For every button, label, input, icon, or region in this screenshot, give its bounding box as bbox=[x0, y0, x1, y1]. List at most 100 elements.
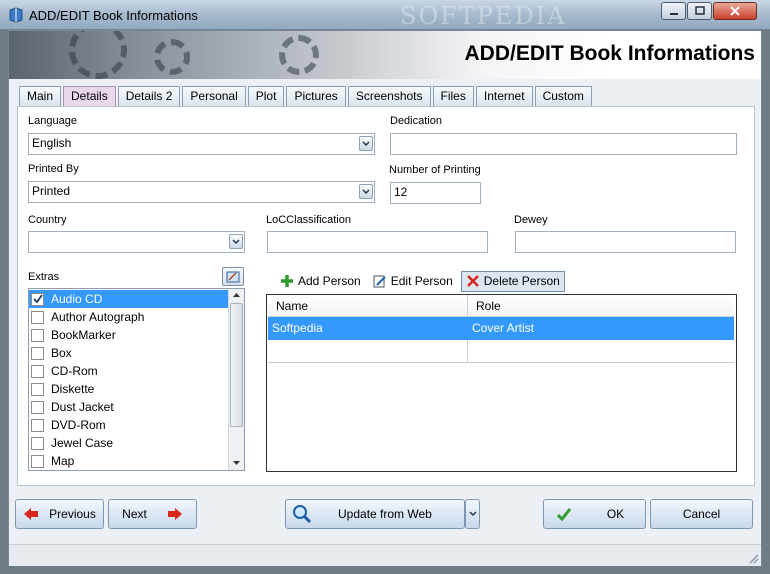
update-from-web-label: Update from Web bbox=[338, 507, 432, 521]
loc-classification-label: LoCClassification bbox=[266, 214, 351, 226]
search-icon bbox=[293, 505, 312, 524]
list-item[interactable]: Jewel Case bbox=[29, 434, 229, 452]
watermark: SOFTPEDIA bbox=[400, 2, 567, 30]
number-of-printing-input[interactable]: 12 bbox=[390, 182, 481, 204]
checkbox[interactable] bbox=[31, 364, 44, 378]
update-from-web-button[interactable]: Update from Web bbox=[285, 499, 465, 529]
scroll-up-icon[interactable] bbox=[232, 292, 241, 298]
delete-person-button[interactable]: Delete Person bbox=[460, 270, 565, 292]
tab-details[interactable]: Details bbox=[63, 86, 116, 107]
tab-pictures[interactable]: Pictures bbox=[286, 86, 346, 106]
checkmark-icon bbox=[32, 294, 43, 304]
maximize-button[interactable] bbox=[687, 2, 712, 20]
extras-checklist[interactable]: Audio CD Author Autograph BookMarker Box… bbox=[28, 288, 245, 471]
column-header-role[interactable]: Role bbox=[468, 295, 734, 317]
extras-scrollbar[interactable] bbox=[228, 289, 244, 470]
next-label: Next bbox=[122, 507, 147, 521]
tab-custom[interactable]: Custom bbox=[534, 86, 592, 106]
list-item-label: Audio CD bbox=[51, 292, 103, 306]
chevron-down-icon bbox=[232, 238, 240, 244]
cancel-button[interactable]: Cancel bbox=[650, 499, 753, 529]
tab-strip: Main Details Details 2 Personal Plot Pic… bbox=[19, 86, 594, 107]
scrollbar-thumb[interactable] bbox=[230, 303, 243, 427]
edit-list-icon bbox=[226, 271, 240, 282]
list-item[interactable]: Author Autograph bbox=[29, 308, 229, 326]
arrow-left-icon bbox=[24, 508, 39, 520]
close-button[interactable] bbox=[713, 2, 757, 20]
list-item[interactable]: DVD-Rom bbox=[29, 416, 229, 434]
add-person-label: Add Person bbox=[298, 274, 361, 288]
checkbox[interactable] bbox=[31, 454, 44, 468]
list-item-label: Author Autograph bbox=[51, 310, 145, 324]
resize-grip-icon[interactable] bbox=[749, 554, 759, 564]
next-button[interactable]: Next bbox=[108, 499, 197, 529]
add-person-button[interactable]: Add Person bbox=[276, 271, 365, 292]
header-banner: ADD/EDIT Book Informations bbox=[9, 31, 761, 79]
number-of-printing-value: 12 bbox=[394, 185, 408, 199]
update-from-web-dropdown-button[interactable] bbox=[465, 499, 480, 529]
window-title: ADD/EDIT Book Informations bbox=[29, 8, 198, 23]
list-item[interactable]: Box bbox=[29, 344, 229, 362]
checkbox[interactable] bbox=[31, 310, 44, 324]
checkmark-icon bbox=[556, 508, 571, 521]
bottom-button-bar: Previous Next Update from Web OK Cancel bbox=[9, 487, 761, 537]
chevron-down-icon bbox=[468, 511, 477, 517]
list-item[interactable]: Dust Jacket bbox=[29, 398, 229, 416]
list-item[interactable]: Map bbox=[29, 452, 229, 470]
column-header-name[interactable]: Name bbox=[268, 295, 468, 317]
list-item[interactable]: CD-Rom bbox=[29, 362, 229, 380]
country-select[interactable] bbox=[28, 231, 245, 253]
printed-by-dropdown-button[interactable] bbox=[359, 184, 373, 199]
ok-button[interactable]: OK bbox=[543, 499, 646, 529]
table-row[interactable]: Softpedia Cover Artist bbox=[268, 317, 734, 340]
previous-button[interactable]: Previous bbox=[15, 499, 104, 529]
table-cell-name: Softpedia bbox=[272, 321, 323, 335]
loc-classification-input[interactable] bbox=[267, 231, 488, 253]
chevron-down-icon bbox=[362, 188, 370, 194]
checkbox[interactable] bbox=[31, 328, 44, 342]
table-cell-name bbox=[268, 340, 468, 362]
person-toolbar: Add Person Edit Person Delete Person bbox=[276, 270, 569, 292]
tab-main[interactable]: Main bbox=[19, 86, 62, 106]
checkbox[interactable] bbox=[31, 382, 44, 396]
list-item-label: Jewel Case bbox=[51, 436, 114, 450]
table-cell-role bbox=[468, 340, 734, 362]
tab-personal[interactable]: Personal bbox=[182, 86, 246, 106]
dedication-input[interactable] bbox=[390, 133, 737, 155]
book-app-icon bbox=[9, 7, 23, 23]
checkbox[interactable] bbox=[31, 292, 44, 306]
tab-files[interactable]: Files bbox=[432, 86, 474, 106]
minimize-button[interactable] bbox=[661, 2, 686, 20]
table-row[interactable] bbox=[268, 340, 734, 363]
banner-title: ADD/EDIT Book Informations bbox=[464, 42, 755, 65]
checkbox[interactable] bbox=[31, 418, 44, 432]
checkbox[interactable] bbox=[31, 346, 44, 360]
persons-table[interactable]: Name Role Softpedia Cover Artist bbox=[266, 294, 737, 472]
gear-icon bbox=[69, 31, 127, 79]
ok-label: OK bbox=[606, 507, 625, 521]
list-item-label: Map bbox=[51, 454, 75, 468]
list-item-label: Diskette bbox=[51, 382, 95, 396]
tab-plot[interactable]: Plot bbox=[247, 86, 285, 106]
status-bar bbox=[9, 544, 761, 566]
country-dropdown-button[interactable] bbox=[229, 234, 243, 249]
list-item[interactable]: Audio CD bbox=[29, 290, 229, 308]
edit-extras-button[interactable] bbox=[222, 267, 244, 286]
list-item-label: Dust Jacket bbox=[51, 400, 114, 414]
tab-internet[interactable]: Internet bbox=[475, 86, 533, 106]
tab-details-2[interactable]: Details 2 bbox=[117, 86, 181, 106]
tab-screenshots[interactable]: Screenshots bbox=[347, 86, 431, 106]
list-item[interactable]: BookMarker bbox=[29, 326, 229, 344]
gear-icon bbox=[154, 39, 190, 75]
edit-person-button[interactable]: Edit Person bbox=[369, 271, 457, 292]
scroll-down-icon[interactable] bbox=[232, 460, 241, 466]
checkbox[interactable] bbox=[31, 400, 44, 414]
list-item[interactable]: Diskette bbox=[29, 380, 229, 398]
table-cell-role: Cover Artist bbox=[472, 321, 535, 335]
dialog-client-area: ADD/EDIT Book Informations Main Details … bbox=[8, 30, 762, 566]
language-dropdown-button[interactable] bbox=[359, 136, 373, 151]
printed-by-select[interactable]: Printed bbox=[28, 181, 375, 203]
checkbox[interactable] bbox=[31, 436, 44, 450]
dewey-input[interactable] bbox=[515, 231, 736, 253]
language-select[interactable]: English bbox=[28, 133, 375, 155]
